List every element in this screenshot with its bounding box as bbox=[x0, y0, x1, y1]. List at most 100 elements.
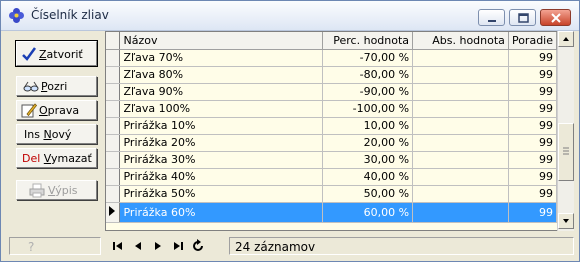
window: Číselník zliav Zatvoriť Pozri Oprava Ins… bbox=[0, 0, 580, 262]
oprava-label-mnemonic: O bbox=[39, 104, 48, 117]
cell-perc-hodnota[interactable]: 10,00 % bbox=[322, 117, 414, 135]
row-indicator[interactable] bbox=[106, 49, 121, 67]
grip-icon bbox=[563, 147, 569, 155]
cell-abs-hodnota[interactable] bbox=[412, 168, 509, 186]
record-count: 24 záznamov bbox=[235, 240, 316, 254]
row-indicator[interactable] bbox=[106, 134, 121, 152]
cell-perc-hodnota[interactable]: -80,00 % bbox=[322, 66, 414, 84]
cell-perc-hodnota[interactable]: 60,00 % bbox=[322, 202, 414, 223]
cell-perc-hodnota[interactable]: 50,00 % bbox=[322, 185, 414, 203]
next-record-icon[interactable] bbox=[151, 239, 165, 253]
vymazat-label-mnemonic: V bbox=[43, 152, 52, 165]
cell-poradie[interactable]: 99 bbox=[508, 49, 557, 67]
cell-nazov[interactable]: Prirážka 30% bbox=[119, 151, 324, 169]
row-indicator[interactable] bbox=[106, 100, 121, 118]
column-header-nazov[interactable]: Názov bbox=[119, 32, 324, 50]
last-record-icon[interactable] bbox=[171, 239, 185, 253]
row-indicator[interactable] bbox=[106, 202, 121, 223]
vypis-button[interactable]: Výpis bbox=[16, 180, 97, 200]
cell-nazov[interactable]: Prirážka 10% bbox=[119, 117, 324, 135]
cell-nazov[interactable]: Zľava 70% bbox=[119, 49, 324, 67]
cell-poradie[interactable]: 99 bbox=[508, 134, 557, 152]
cell-nazov[interactable]: Zľava 90% bbox=[119, 83, 324, 101]
row-indicator[interactable] bbox=[106, 151, 121, 169]
question-icon[interactable]: ? bbox=[26, 240, 38, 254]
vypis-label: ýpis bbox=[55, 184, 78, 197]
previous-record-icon[interactable] bbox=[131, 239, 145, 253]
cell-perc-hodnota[interactable]: 30,00 % bbox=[322, 151, 414, 169]
scroll-down-button[interactable] bbox=[558, 213, 574, 229]
cell-nazov[interactable]: Prirážka 60% bbox=[119, 202, 324, 223]
cell-abs-hodnota[interactable] bbox=[412, 66, 509, 84]
cell-abs-hodnota[interactable] bbox=[412, 202, 509, 223]
first-record-icon[interactable] bbox=[111, 239, 125, 253]
cell-perc-hodnota[interactable]: -70,00 % bbox=[322, 49, 414, 67]
cell-poradie[interactable]: 99 bbox=[508, 66, 557, 84]
vymazat-shortcut-key: Del bbox=[22, 152, 41, 165]
table-row[interactable]: Zľava 80% -80,00 % 99 bbox=[106, 66, 557, 84]
table-row[interactable]: Prirážka 60% 60,00 % 99 bbox=[106, 202, 557, 223]
table-row[interactable]: Zľava 90% -90,00 % 99 bbox=[106, 83, 557, 101]
column-header-abs-hodnota[interactable]: Abs. hodnota bbox=[412, 32, 509, 50]
novy-button[interactable]: Ins Nový bbox=[16, 124, 97, 144]
refresh-icon[interactable] bbox=[191, 239, 205, 253]
cell-perc-hodnota[interactable]: -100,00 % bbox=[322, 100, 414, 118]
oprava-button[interactable]: Oprava bbox=[16, 100, 97, 120]
vertical-scrollbar[interactable] bbox=[557, 31, 574, 231]
cell-nazov[interactable]: Prirážka 40% bbox=[119, 168, 324, 186]
vymazat-button[interactable]: Del Vymazať bbox=[16, 148, 97, 168]
column-header-perc-hodnota[interactable]: Perc. hodnota bbox=[322, 32, 414, 50]
table-row[interactable]: Prirážka 10% 10,00 % 99 bbox=[106, 117, 557, 135]
table-row[interactable]: Zľava 100% -100,00 % 99 bbox=[106, 100, 557, 118]
cell-nazov[interactable]: Prirážka 50% bbox=[119, 185, 324, 203]
printer-icon bbox=[29, 183, 45, 198]
minimize-button[interactable] bbox=[478, 9, 505, 26]
cell-perc-hodnota[interactable]: 20,00 % bbox=[322, 134, 414, 152]
row-indicator[interactable] bbox=[106, 83, 121, 101]
table-header: Názov Perc. hodnota Abs. hodnota Poradie bbox=[106, 32, 557, 50]
scroll-up-button[interactable] bbox=[558, 31, 574, 47]
cell-abs-hodnota[interactable] bbox=[412, 185, 509, 203]
scroll-thumb[interactable] bbox=[558, 123, 574, 181]
cell-poradie[interactable]: 99 bbox=[508, 151, 557, 169]
record-count-cell: 24 záznamov bbox=[229, 237, 574, 255]
table-row[interactable]: Prirážka 30% 30,00 % 99 bbox=[106, 151, 557, 169]
row-indicator[interactable] bbox=[106, 168, 121, 186]
cell-abs-hodnota[interactable] bbox=[412, 134, 509, 152]
cell-poradie[interactable]: 99 bbox=[508, 168, 557, 186]
row-indicator[interactable] bbox=[106, 117, 121, 135]
eyeglasses-icon bbox=[23, 81, 39, 92]
cell-abs-hodnota[interactable] bbox=[412, 83, 509, 101]
cell-poradie[interactable]: 99 bbox=[508, 117, 557, 135]
table-row[interactable]: Prirážka 50% 50,00 % 99 bbox=[106, 185, 557, 203]
table-row[interactable]: Zľava 70% -70,00 % 99 bbox=[106, 49, 557, 67]
table-row[interactable]: Prirážka 20% 20,00 % 99 bbox=[106, 134, 557, 152]
row-indicator[interactable] bbox=[106, 66, 121, 84]
cell-poradie[interactable]: 99 bbox=[508, 83, 557, 101]
zatvorit-button[interactable]: Zatvoriť bbox=[15, 40, 98, 67]
cell-perc-hodnota[interactable]: 40,00 % bbox=[322, 168, 414, 186]
maximize-icon bbox=[518, 13, 529, 23]
cell-abs-hodnota[interactable] bbox=[412, 151, 509, 169]
cell-nazov[interactable]: Prirážka 20% bbox=[119, 134, 324, 152]
cell-nazov[interactable]: Zľava 80% bbox=[119, 66, 324, 84]
close-button[interactable] bbox=[540, 9, 571, 26]
command-panel: Zatvoriť Pozri Oprava Ins Nový Del Vymaz… bbox=[5, 34, 101, 231]
column-header-poradie[interactable]: Poradie bbox=[508, 32, 557, 50]
cell-poradie[interactable]: 99 bbox=[508, 100, 557, 118]
cell-abs-hodnota[interactable] bbox=[412, 117, 509, 135]
app-flower-icon bbox=[9, 8, 24, 23]
cell-abs-hodnota[interactable] bbox=[412, 100, 509, 118]
arrow-up-icon bbox=[563, 37, 569, 41]
discount-table[interactable]: Názov Perc. hodnota Abs. hodnota Poradie… bbox=[105, 31, 557, 231]
row-indicator[interactable] bbox=[106, 185, 121, 203]
pozri-button[interactable]: Pozri bbox=[16, 76, 97, 96]
cell-nazov[interactable]: Zľava 100% bbox=[119, 100, 324, 118]
cell-poradie[interactable]: 99 bbox=[508, 185, 557, 203]
cell-abs-hodnota[interactable] bbox=[412, 49, 509, 67]
cell-poradie[interactable]: 99 bbox=[508, 202, 557, 223]
cell-perc-hodnota[interactable]: -90,00 % bbox=[322, 83, 414, 101]
table-row[interactable]: Prirážka 40% 40,00 % 99 bbox=[106, 168, 557, 186]
title-bar[interactable]: Číselník zliav bbox=[1, 1, 579, 31]
maximize-button[interactable] bbox=[509, 9, 536, 26]
